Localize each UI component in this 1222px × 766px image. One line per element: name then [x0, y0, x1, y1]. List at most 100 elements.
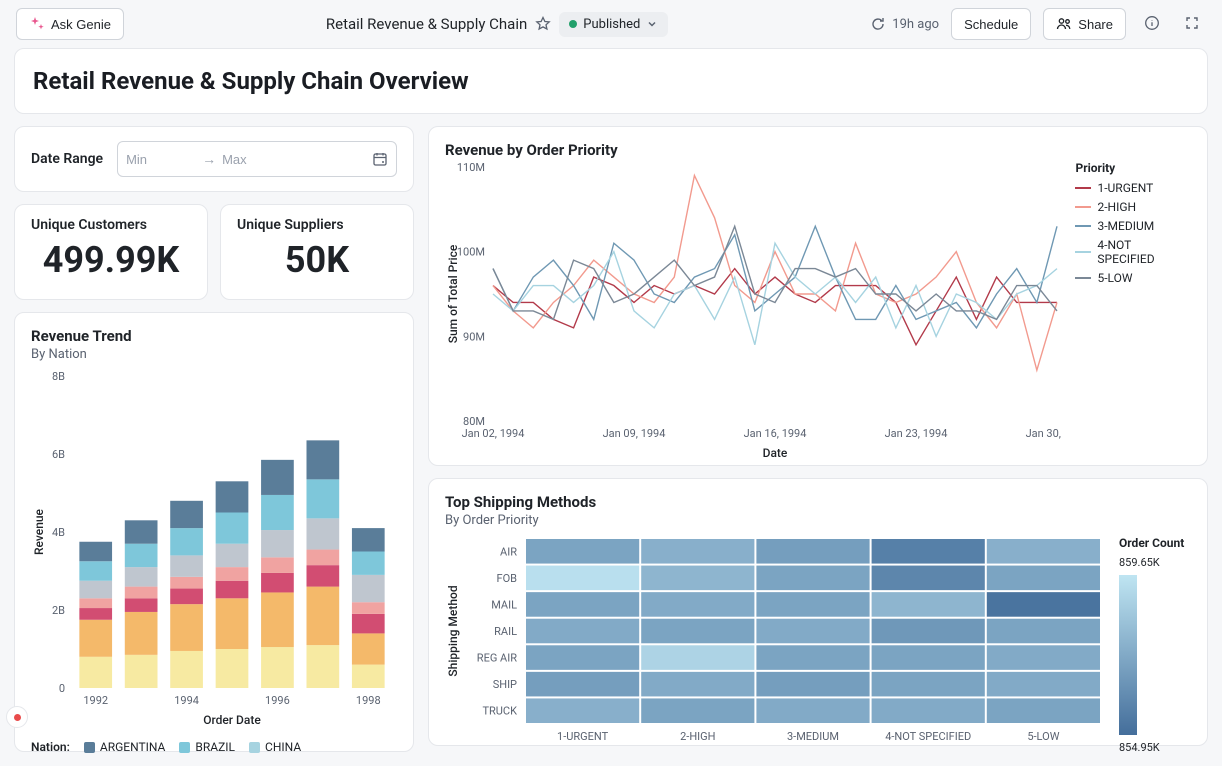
legend-item-urgent[interactable]: 1-URGENT — [1075, 181, 1191, 195]
svg-text:Jan 02, 1994: Jan 02, 1994 — [462, 427, 525, 440]
svg-text:0: 0 — [59, 682, 65, 695]
priority-legend-title: Priority — [1075, 161, 1191, 175]
doc-title-area: Retail Revenue & Supply Chain Published — [326, 12, 668, 37]
revenue-trend-title: Revenue Trend — [31, 327, 397, 345]
revenue-trend-legend: Nation: ARGENTINA BRAZIL CHINA — [31, 740, 397, 754]
legend-item-china[interactable]: CHINA — [249, 740, 301, 754]
heatmap-legend-min: 854.95K — [1119, 741, 1184, 754]
notification-dot-icon — [14, 714, 21, 721]
info-icon — [1144, 15, 1160, 31]
schedule-label: Schedule — [964, 17, 1018, 32]
priority-legend: Priority 1-URGENT 2-HIGH 3-MEDIUM 4-NOT … — [1075, 161, 1191, 461]
arrow-right-icon: → — [202, 151, 216, 168]
publish-status-pill[interactable]: Published — [559, 12, 668, 37]
refresh-text: 19h ago — [892, 17, 939, 32]
svg-text:Revenue: Revenue — [32, 508, 46, 555]
shipping-title: Top Shipping Methods — [445, 493, 1191, 511]
shipping-heatmap-chart[interactable]: AIRFOBMAILRAILREG AIRSHIPTRUCK1-URGENT2-… — [445, 536, 1105, 744]
legend-item-high[interactable]: 2-HIGH — [1075, 200, 1191, 214]
kpi-customers-label: Unique Customers — [31, 217, 191, 233]
legend-item-notspec[interactable]: 4-NOT SPECIFIED — [1075, 238, 1191, 266]
svg-text:3-MEDIUM: 3-MEDIUM — [787, 730, 839, 743]
svg-text:AIR: AIR — [500, 545, 517, 558]
chevron-down-icon — [646, 18, 658, 30]
svg-text:Shipping Method: Shipping Method — [446, 585, 460, 676]
share-label: Share — [1078, 17, 1113, 32]
date-range-input-group[interactable]: → — [117, 141, 397, 177]
svg-text:REG AIR: REG AIR — [477, 652, 517, 665]
doc-title: Retail Revenue & Supply Chain — [326, 15, 527, 33]
kpi-row: Unique Customers 499.99K Unique Supplier… — [14, 204, 414, 300]
page-title: Retail Revenue & Supply Chain Overview — [33, 67, 1189, 95]
svg-text:FOB: FOB — [496, 572, 517, 585]
svg-text:2B: 2B — [52, 604, 65, 617]
publish-label: Published — [583, 17, 640, 32]
svg-text:100M: 100M — [457, 246, 485, 259]
svg-text:6B: 6B — [52, 448, 65, 461]
kpi-unique-suppliers: Unique Suppliers 50K — [220, 204, 414, 300]
floating-notification-button[interactable] — [6, 706, 28, 728]
svg-text:1994: 1994 — [174, 694, 199, 707]
svg-text:90M: 90M — [463, 330, 485, 343]
revenue-trend-panel: Revenue Trend By Nation 0 2B 4B 6B 8B Revenue… — [14, 312, 414, 752]
sparkle-icon — [29, 16, 45, 32]
date-range-panel: Date Range → — [14, 126, 414, 192]
heatmap-legend-max: 859.65K — [1119, 556, 1184, 569]
revenue-trend-chart[interactable]: 0 2B 4B 6B 8B Revenue 1992 1994 1996 1998 Order Da… — [31, 370, 399, 730]
svg-text:Jan 09, 1994: Jan 09, 1994 — [603, 427, 666, 440]
svg-text:Jan 30, 1994: Jan 30, 1994 — [1026, 427, 1064, 440]
schedule-button[interactable]: Schedule — [951, 8, 1031, 40]
svg-text:1992: 1992 — [83, 694, 108, 707]
ask-genie-button[interactable]: Ask Genie — [16, 8, 124, 40]
legend-item-brazil[interactable]: BRAZIL — [179, 740, 235, 754]
info-button[interactable] — [1138, 9, 1166, 40]
calendar-icon[interactable] — [372, 151, 388, 167]
svg-text:4B: 4B — [52, 526, 65, 539]
svg-text:8B: 8B — [52, 370, 65, 383]
svg-text:MAIL: MAIL — [491, 598, 517, 611]
date-max-input[interactable] — [222, 152, 292, 167]
people-icon — [1056, 16, 1072, 32]
page-title-panel: Retail Revenue & Supply Chain Overview — [14, 48, 1208, 114]
svg-text:TRUCK: TRUCK — [482, 705, 517, 718]
svg-text:5-LOW: 5-LOW — [1027, 730, 1059, 743]
expand-icon — [1184, 15, 1200, 31]
svg-text:Date: Date — [763, 446, 788, 460]
svg-text:1998: 1998 — [356, 694, 381, 707]
priority-chart-title: Revenue by Order Priority — [445, 141, 1191, 159]
svg-text:4-NOT SPECIFIED: 4-NOT SPECIFIED — [885, 730, 971, 743]
legend-label: Nation: — [31, 740, 70, 754]
refresh-icon — [870, 16, 886, 32]
share-button[interactable]: Share — [1043, 8, 1126, 40]
svg-text:1996: 1996 — [265, 694, 290, 707]
priority-chart-panel: Revenue by Order Priority 80M90M100M110M… — [428, 126, 1208, 466]
svg-text:1-URGENT: 1-URGENT — [557, 730, 609, 743]
star-icon[interactable] — [535, 16, 551, 32]
legend-item-medium[interactable]: 3-MEDIUM — [1075, 219, 1191, 233]
date-min-input[interactable] — [126, 152, 196, 167]
status-dot-icon — [569, 20, 577, 28]
kpi-unique-customers: Unique Customers 499.99K — [14, 204, 208, 300]
kpi-suppliers-label: Unique Suppliers — [237, 217, 397, 233]
priority-line-chart[interactable]: 80M90M100M110MSum of Total PriceJan 02, … — [445, 161, 1063, 461]
heatmap-legend-title: Order Count — [1119, 536, 1184, 550]
svg-text:SHIP: SHIP — [493, 678, 517, 691]
legend-item-argentina[interactable]: ARGENTINA — [84, 740, 166, 754]
kpi-customers-value: 499.99K — [31, 239, 191, 281]
shipping-heatmap-panel: Top Shipping Methods By Order Priority A… — [428, 478, 1208, 746]
shipping-subtitle: By Order Priority — [445, 513, 1191, 528]
last-refresh[interactable]: 19h ago — [870, 16, 939, 32]
gradient-bar-icon — [1119, 575, 1137, 735]
svg-text:2-HIGH: 2-HIGH — [680, 730, 715, 743]
date-range-label: Date Range — [31, 151, 103, 167]
svg-text:Sum of Total Price: Sum of Total Price — [446, 244, 460, 343]
legend-item-low[interactable]: 5-LOW — [1075, 271, 1191, 285]
revenue-trend-subtitle: By Nation — [31, 347, 397, 362]
ask-genie-label: Ask Genie — [51, 17, 111, 32]
kpi-suppliers-value: 50K — [237, 239, 397, 281]
svg-text:Jan 16, 1994: Jan 16, 1994 — [744, 427, 807, 440]
fullscreen-button[interactable] — [1178, 9, 1206, 40]
svg-text:Order Date: Order Date — [203, 713, 261, 727]
svg-text:110M: 110M — [457, 161, 485, 174]
svg-text:Jan 23, 1994: Jan 23, 1994 — [885, 427, 948, 440]
